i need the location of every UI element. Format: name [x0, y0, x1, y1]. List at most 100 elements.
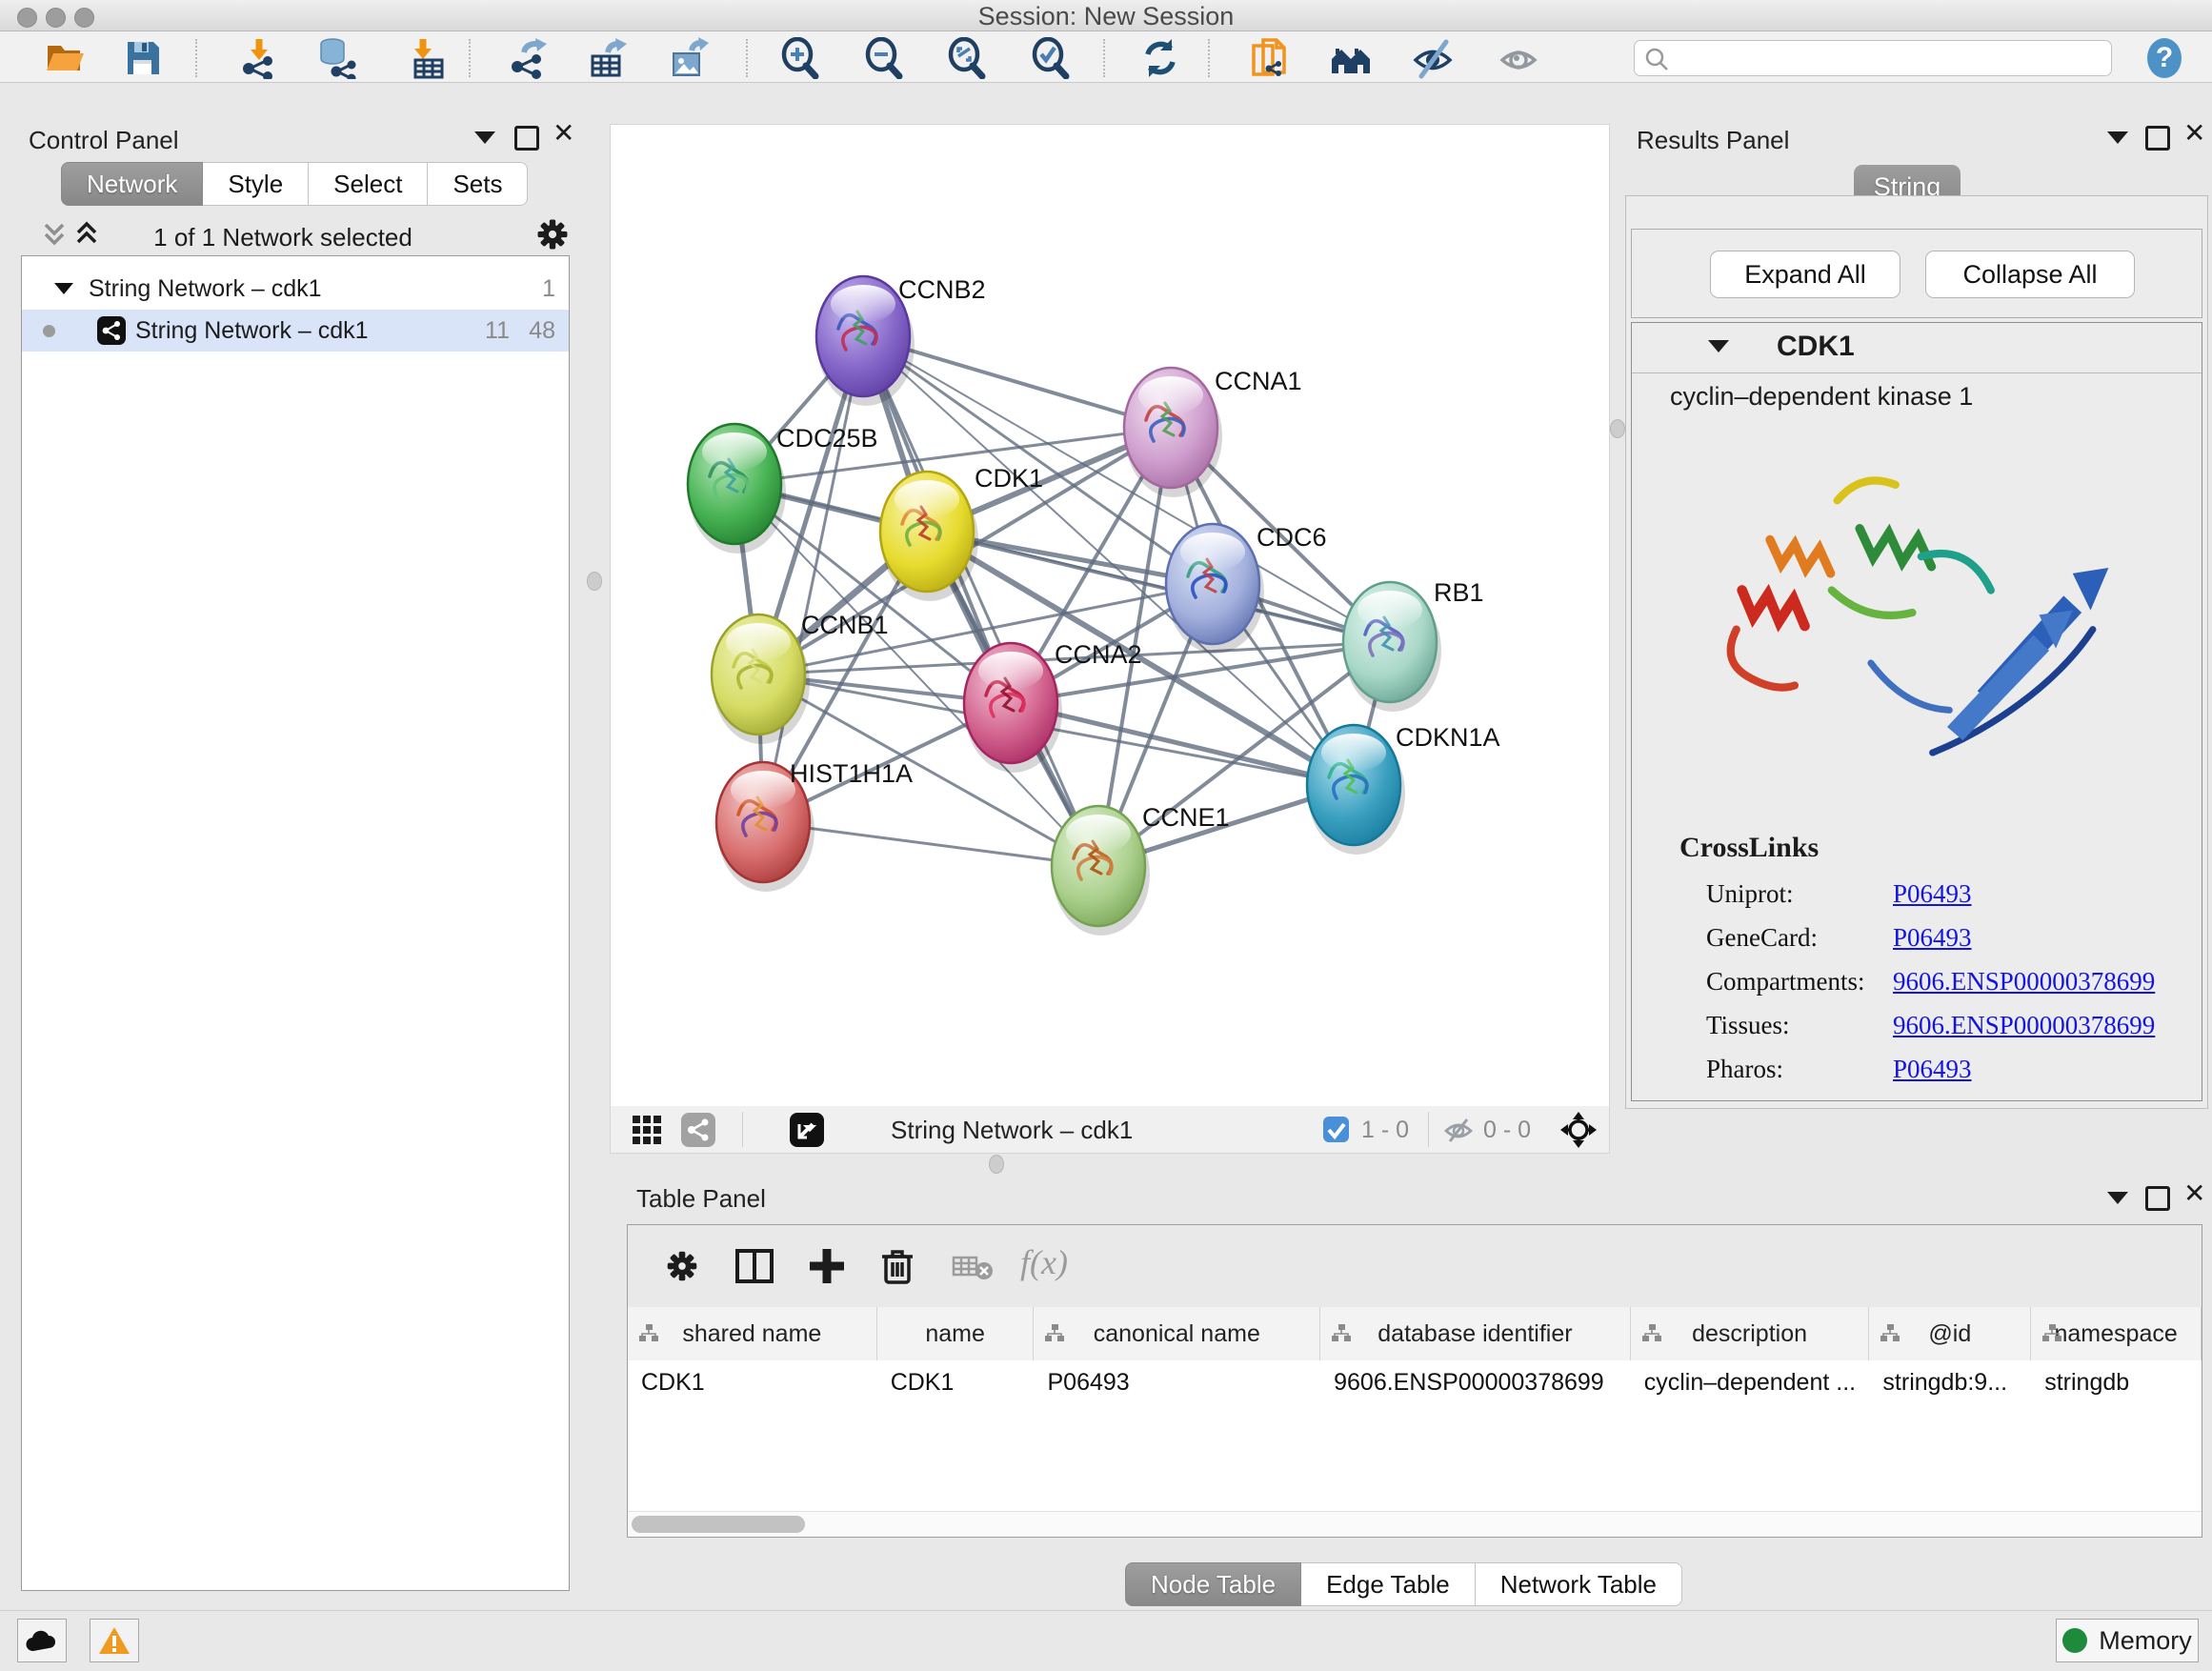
tab-style[interactable]: Style — [203, 162, 309, 206]
node-CCNE1[interactable] — [1052, 806, 1150, 936]
add-column-icon[interactable] — [807, 1246, 847, 1286]
node-CDKN1A[interactable] — [1307, 725, 1405, 855]
network-row-label: String Network – cdk1 — [135, 317, 369, 345]
grid-view-icon[interactable] — [632, 1115, 662, 1145]
table-row[interactable]: CDK1CDK1P064939606.ENSP00000378699cyclin… — [628, 1360, 2202, 1404]
network-collection-row[interactable]: String Network – cdk1 1 — [22, 268, 569, 310]
birdseye-view-icon[interactable] — [790, 1113, 824, 1147]
results-panel-float-icon[interactable] — [2107, 131, 2128, 144]
column-header-namespace[interactable]: namespace — [2031, 1307, 2202, 1360]
network-options-gear-icon[interactable] — [533, 215, 572, 253]
help-icon[interactable]: ? — [2142, 35, 2183, 77]
tab-select[interactable]: Select — [309, 162, 428, 206]
node-label-CDC25B: CDC25B — [776, 424, 878, 453]
column-header-name[interactable]: name — [877, 1307, 1035, 1360]
table-cell[interactable]: CDK1 — [877, 1360, 1035, 1404]
crosslink-link[interactable]: P06493 — [1893, 1055, 1972, 1084]
scrollbar-thumb[interactable] — [632, 1516, 805, 1533]
edge-CCNA2-CDKN1A[interactable] — [1011, 703, 1354, 785]
open-session-icon[interactable] — [44, 37, 86, 79]
export-network-icon[interactable] — [507, 37, 549, 79]
node-CCNA1[interactable] — [1124, 368, 1222, 497]
hide-selected-icon[interactable] — [1412, 37, 1454, 79]
show-all-icon[interactable] — [1498, 37, 1539, 79]
node-label-RB1: RB1 — [1434, 578, 1484, 607]
column-header-shared-name[interactable]: shared name — [628, 1307, 877, 1360]
zoom-in-icon[interactable] — [779, 37, 821, 79]
network-canvas[interactable]: CCNB2CCNA1CDC25BCDK1CDC6RB1CCNB1CCNA2CDK… — [610, 124, 1610, 1107]
tab-network[interactable]: Network — [61, 162, 203, 206]
crosslink-link[interactable]: P06493 — [1893, 923, 1972, 953]
expand-all-networks-icon[interactable] — [38, 219, 70, 252]
crosslink-link[interactable]: 9606.ENSP00000378699 — [1893, 1011, 2155, 1040]
table-horizontal-scrollbar[interactable] — [628, 1511, 2202, 1537]
hidden-eye-slash-icon[interactable] — [1443, 1116, 1474, 1144]
cloud-button[interactable] — [17, 1619, 67, 1662]
zoom-fit-icon[interactable] — [946, 37, 988, 79]
protein-collapse-caret-icon[interactable] — [1708, 340, 1729, 352]
node-CDK1[interactable] — [880, 472, 978, 601]
selected-checkbox-icon[interactable] — [1323, 1117, 1349, 1142]
save-session-icon[interactable] — [122, 37, 164, 79]
function-builder-icon[interactable]: f(x) — [1020, 1242, 1068, 1282]
column-header-description[interactable]: description — [1631, 1307, 1870, 1360]
search-box[interactable] — [1634, 40, 2112, 76]
table-cell[interactable]: stringdb — [2031, 1360, 2202, 1404]
delete-column-icon[interactable] — [877, 1246, 917, 1286]
warning-button[interactable] — [90, 1619, 139, 1662]
results-panel-maximize-icon[interactable] — [2145, 126, 2170, 151]
export-image-icon[interactable] — [667, 37, 709, 79]
table-panel-float-icon[interactable] — [2107, 1192, 2128, 1204]
table-panel-maximize-icon[interactable] — [2145, 1186, 2170, 1211]
column-header-canonical-name[interactable]: canonical name — [1034, 1307, 1320, 1360]
network-row-selected[interactable]: String Network – cdk1 11 48 — [22, 310, 569, 352]
column-header--id[interactable]: @id — [1869, 1307, 2031, 1360]
import-database-icon[interactable] — [316, 37, 358, 79]
show-columns-icon[interactable] — [734, 1246, 774, 1286]
search-input[interactable] — [1677, 43, 2107, 73]
protein-card-header[interactable]: CDK1 — [1632, 323, 2202, 373]
tab-network-table[interactable]: Network Table — [1476, 1562, 1682, 1606]
table-cell[interactable]: 9606.ENSP00000378699 — [1320, 1360, 1631, 1404]
table-panel-close-icon[interactable]: ✕ — [2183, 1184, 2205, 1203]
export-table-icon[interactable] — [585, 37, 627, 79]
control-panel-float-icon[interactable] — [474, 131, 495, 144]
delete-table-icon[interactable] — [952, 1254, 995, 1282]
pan-crosshair-icon[interactable] — [1559, 1111, 1598, 1149]
tree-collapse-caret-icon[interactable] — [54, 283, 73, 294]
tab-sets[interactable]: Sets — [428, 162, 528, 206]
refresh-icon[interactable] — [1139, 37, 1181, 79]
table-cell[interactable]: stringdb:9... — [1869, 1360, 2031, 1404]
memory-button[interactable]: Memory — [2056, 1619, 2199, 1662]
node-RB1[interactable] — [1343, 582, 1441, 712]
node-table: f(x) shared namenamecanonical namedataba… — [627, 1224, 2202, 1538]
collapse-all-button[interactable]: Collapse All — [1925, 251, 2135, 298]
duplicate-session-icon[interactable] — [1248, 37, 1290, 79]
node-label-CCNA2: CCNA2 — [1055, 640, 1142, 669]
home-icon[interactable] — [1330, 37, 1372, 79]
collapse-all-networks-icon[interactable] — [70, 219, 103, 252]
tab-edge-table[interactable]: Edge Table — [1301, 1562, 1476, 1606]
crosslink-link[interactable]: 9606.ENSP00000378699 — [1893, 967, 2155, 997]
table-gear-icon[interactable] — [662, 1246, 702, 1286]
node-CDC6[interactable] — [1166, 524, 1264, 654]
import-network-icon[interactable] — [238, 37, 280, 79]
zoom-selected-icon[interactable] — [1030, 37, 1072, 79]
control-panel-close-icon[interactable]: ✕ — [553, 124, 574, 143]
table-cell[interactable]: cyclin–dependent ... — [1631, 1360, 1870, 1404]
edge-CCNB2-HIST1H1A[interactable] — [763, 336, 863, 822]
table-cell[interactable]: CDK1 — [628, 1360, 877, 1404]
splitter-grip[interactable] — [587, 572, 602, 591]
column-header-database-identifier[interactable]: database identifier — [1320, 1307, 1631, 1360]
control-panel-maximize-icon[interactable] — [514, 126, 539, 151]
expand-all-button[interactable]: Expand All — [1710, 251, 1900, 298]
crosslink-link[interactable]: P06493 — [1893, 879, 1972, 909]
share-view-icon[interactable] — [681, 1113, 715, 1147]
node-CCNB1[interactable] — [712, 614, 810, 744]
results-panel-close-icon[interactable]: ✕ — [2183, 124, 2205, 143]
zoom-out-icon[interactable] — [863, 37, 905, 79]
table-cell[interactable]: P06493 — [1035, 1360, 1321, 1404]
tab-node-table[interactable]: Node Table — [1125, 1562, 1301, 1606]
node-CCNA2[interactable] — [964, 643, 1062, 773]
import-table-icon[interactable] — [404, 37, 446, 79]
